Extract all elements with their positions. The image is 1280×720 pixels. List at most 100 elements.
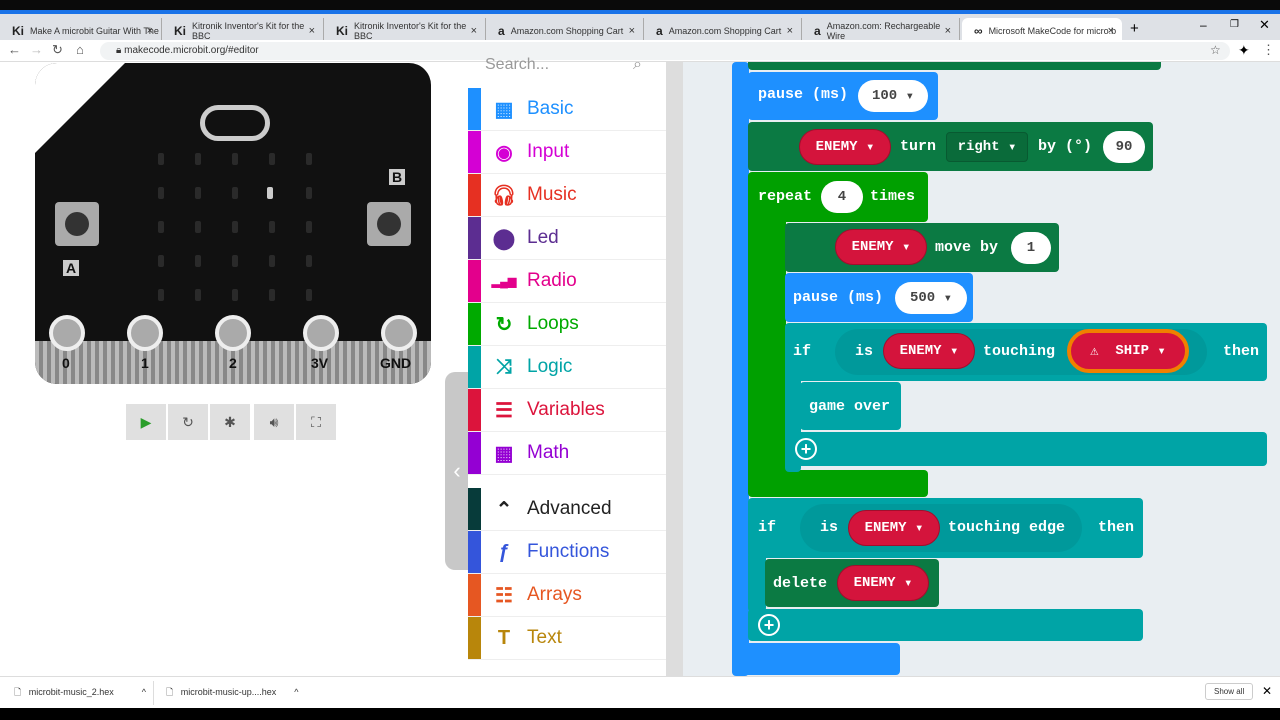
- restart-icon[interactable]: ↻: [168, 404, 208, 440]
- bookmark-star-icon[interactable]: ☆: [1210, 43, 1221, 57]
- category-color-bar: [468, 531, 481, 573]
- category-label: Radio: [527, 270, 577, 291]
- block-label: touching edge: [948, 519, 1066, 536]
- block-label: is: [855, 343, 874, 360]
- category-label: Math: [527, 442, 570, 463]
- category-text[interactable]: T Text: [468, 617, 666, 660]
- repeat-count-input[interactable]: 4: [821, 181, 863, 213]
- play-icon[interactable]: ▶: [126, 404, 166, 440]
- add-else-icon[interactable]: +: [758, 614, 780, 636]
- calculator-icon: ▦: [494, 442, 514, 465]
- collapse-simulator-button[interactable]: ‹: [445, 372, 469, 570]
- pause-value-dropdown[interactable]: 100 ▾: [858, 80, 928, 112]
- toolbox: Search... ⌕ ▦ Basic ◉ Input 🎧︎ Music ⬤ Led ▂▄▆ Ra…: [468, 56, 666, 676]
- extension-icon[interactable]: ✦: [1238, 42, 1250, 59]
- move-block[interactable]: ENEMY ▾ move by 1: [785, 223, 1059, 272]
- move-amount-input[interactable]: 1: [1011, 232, 1051, 264]
- microbit-board[interactable]: A B 0 1 2 3V GND: [35, 63, 431, 384]
- if-block[interactable]: if is ENEMY ▾ touching edge then: [748, 498, 1143, 558]
- category-color-bar: [468, 574, 481, 616]
- sprite-variable-dropdown[interactable]: ENEMY ▾: [883, 333, 975, 369]
- turn-block[interactable]: ENEMY ▾ turn right ▾ by (°) 90: [748, 122, 1153, 171]
- simulator-controls: ▶ ↻ ✱ 🔊︎ ⛶: [126, 404, 336, 440]
- tab-favicon: ∞: [974, 24, 983, 38]
- close-icon[interactable]: ×: [471, 25, 477, 37]
- search-icon[interactable]: ⌕: [633, 56, 642, 74]
- ship-variable-dropdown[interactable]: ⚠ SHIP ▾: [1067, 329, 1189, 373]
- category-radio[interactable]: ▂▄▆ Radio: [468, 260, 666, 303]
- pause-block[interactable]: pause (ms) 500 ▾: [785, 273, 973, 322]
- tab-favicon: a: [656, 24, 663, 38]
- new-tab-icon[interactable]: +: [1130, 20, 1139, 37]
- sprite-variable-dropdown[interactable]: ENEMY ▾: [848, 510, 940, 546]
- sprite-variable-dropdown[interactable]: ENEMY ▾: [835, 229, 927, 265]
- add-else-icon[interactable]: +: [795, 438, 817, 460]
- category-color-bar: [468, 88, 481, 130]
- close-downloads-icon[interactable]: ✕: [1262, 684, 1272, 698]
- sound-icon[interactable]: 🔊︎: [254, 404, 294, 440]
- reload-icon[interactable]: ↻: [52, 42, 63, 58]
- pause-value-dropdown[interactable]: 500 ▾: [895, 282, 967, 314]
- category-label: Basic: [527, 98, 574, 119]
- category-color-bar: [468, 303, 481, 345]
- pin-3v[interactable]: [303, 315, 339, 351]
- search-input[interactable]: Search...: [485, 56, 549, 74]
- back-icon[interactable]: ←: [8, 42, 21, 57]
- category-music[interactable]: 🎧︎ Music: [468, 174, 666, 217]
- sprite-variable-dropdown[interactable]: ENEMY ▾: [799, 129, 891, 165]
- category-math[interactable]: ▦ Math: [468, 432, 666, 475]
- text-icon: T: [497, 626, 511, 649]
- category-advanced[interactable]: ⌃ Advanced: [468, 488, 666, 531]
- category-label: Music: [527, 184, 577, 205]
- pin-label: 2: [229, 355, 237, 371]
- home-icon[interactable]: ⌂: [76, 42, 84, 57]
- forward-icon[interactable]: →: [30, 42, 43, 57]
- toggle-icon: ⬤: [492, 227, 516, 250]
- close-icon[interactable]: ×: [787, 25, 793, 37]
- tab-title: Kitronik Inventor's Kit for the BBC: [192, 21, 305, 41]
- if-block[interactable]: if is ENEMY ▾ touching ⚠ SHIP ▾ then: [785, 323, 1267, 381]
- category-loops[interactable]: ↻ Loops: [468, 303, 666, 346]
- restore-icon[interactable]: ❐: [1230, 19, 1239, 30]
- fullscreen-icon[interactable]: ⛶: [296, 404, 336, 440]
- pin-gnd[interactable]: [381, 315, 417, 351]
- close-icon[interactable]: ×: [629, 25, 635, 37]
- category-basic[interactable]: ▦ Basic: [468, 88, 666, 131]
- direction-dropdown[interactable]: right ▾: [946, 132, 1028, 162]
- blocks-workspace[interactable]: pause (ms) 100 ▾ ENEMY ▾ turn right ▾ by…: [683, 62, 1280, 676]
- pin-2[interactable]: [215, 315, 251, 351]
- pin-1[interactable]: [127, 315, 163, 351]
- tab-title: Amazon.com Shopping Cart: [510, 26, 624, 36]
- menu-icon[interactable]: ⋮: [1262, 42, 1275, 58]
- category-label: Input: [527, 141, 570, 162]
- category-arrays[interactable]: ☷ Arrays: [468, 574, 666, 617]
- debug-icon[interactable]: ✱: [210, 404, 250, 440]
- close-icon[interactable]: ×: [945, 25, 951, 37]
- category-led[interactable]: ⬤ Led: [468, 217, 666, 260]
- category-color-bar: [468, 260, 481, 302]
- close-icon[interactable]: ×: [1108, 25, 1114, 37]
- window-close-icon[interactable]: ✕: [1259, 17, 1270, 33]
- button-b[interactable]: [367, 202, 411, 246]
- category-input[interactable]: ◉ Input: [468, 131, 666, 174]
- minimize-icon[interactable]: –: [1200, 18, 1207, 32]
- url-field[interactable]: 🔒︎ makecode.microbit.org/#editor: [100, 42, 1230, 60]
- category-variables[interactable]: ☰ Variables: [468, 389, 666, 432]
- category-functions[interactable]: ƒ Functions: [468, 531, 666, 574]
- download-item[interactable]: 🗋︎ microbit-music-up....hex ^: [166, 685, 299, 701]
- sprite-variable-dropdown[interactable]: ENEMY ▾: [837, 565, 929, 601]
- download-item[interactable]: 🗋︎ microbit-music_2.hex ^: [14, 685, 146, 701]
- category-logic[interactable]: ⤨ Logic: [468, 346, 666, 389]
- toolbox-scrollbar[interactable]: [666, 62, 683, 676]
- game-over-block[interactable]: game over: [800, 382, 901, 430]
- pin-0[interactable]: [49, 315, 85, 351]
- pause-block[interactable]: pause (ms) 100 ▾: [748, 72, 938, 120]
- delete-block[interactable]: delete ENEMY ▾: [765, 559, 939, 607]
- url-text: makecode.microbit.org/#editor: [124, 45, 259, 56]
- close-icon[interactable]: ×: [309, 25, 315, 37]
- button-a[interactable]: [55, 202, 99, 246]
- angle-input[interactable]: 90: [1103, 131, 1145, 163]
- show-all-button[interactable]: Show all: [1205, 683, 1254, 700]
- close-icon[interactable]: ×: [147, 25, 153, 37]
- block-label: turn: [900, 138, 937, 155]
